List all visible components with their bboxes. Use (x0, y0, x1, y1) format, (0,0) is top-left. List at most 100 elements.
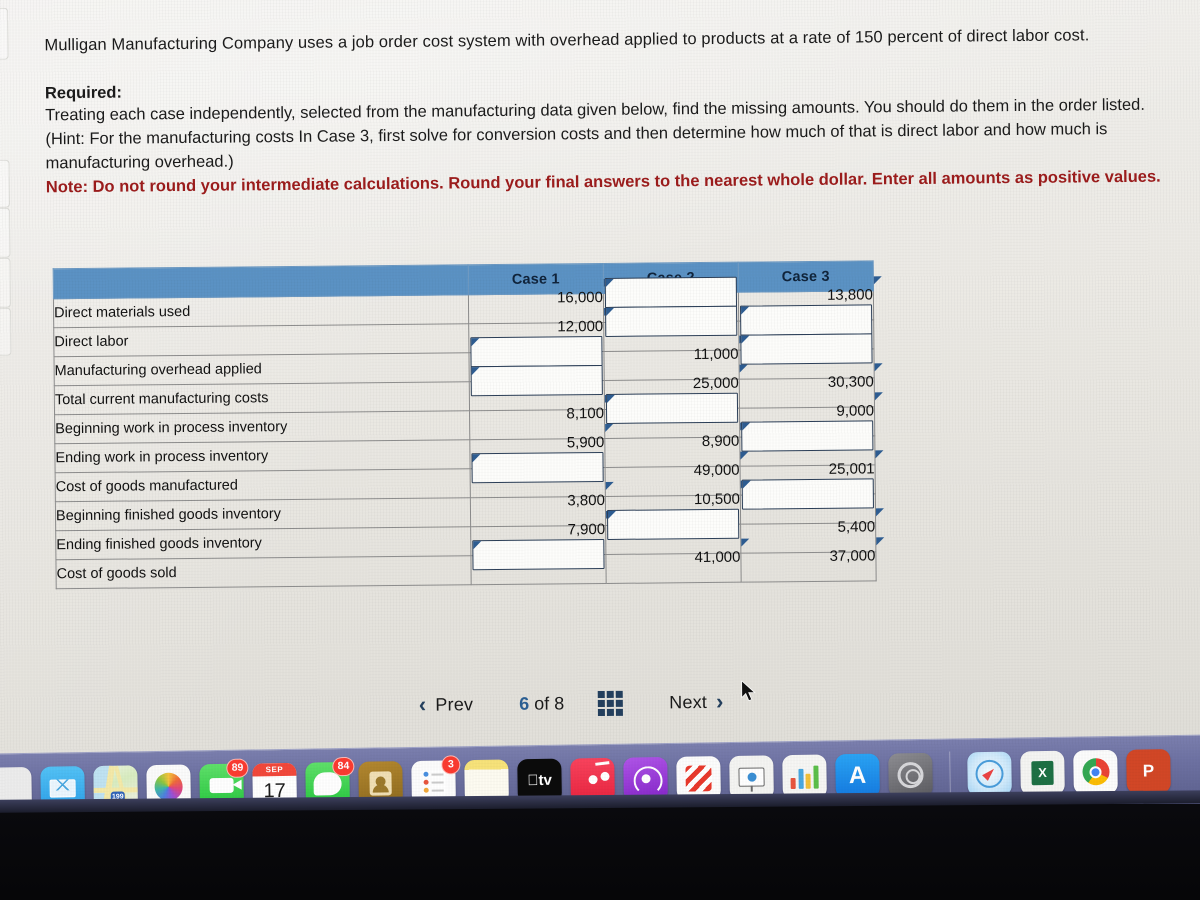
photos-flower-icon (154, 772, 183, 801)
answer-input[interactable] (741, 478, 874, 510)
cell-value: 16,000 (556, 288, 604, 306)
cell-value: 11,000 (693, 345, 739, 363)
answer-input[interactable] (740, 333, 873, 365)
cell-value: 49,000 (693, 461, 740, 479)
required-body: Treating each case independently, select… (45, 95, 1145, 173)
answer-input[interactable] (741, 420, 874, 452)
value-cell-3[interactable]: 37,000 (740, 537, 885, 583)
cell-flag-icon (739, 364, 748, 373)
cell-flag-icon (471, 338, 480, 347)
dock-badge: 3 (441, 754, 461, 775)
dock-tile (967, 751, 1012, 796)
dock-tile: P (1126, 748, 1171, 794)
row-label: Ending finished goods inventory (55, 526, 471, 560)
cell-value: 5,900 (566, 433, 605, 451)
cell-value: 8,100 (566, 404, 605, 422)
answer-input[interactable] (606, 508, 740, 540)
dock-item-system-settings[interactable] (888, 752, 933, 797)
grid-3x3-icon[interactable] (598, 690, 624, 716)
dock-badge: 89 (226, 758, 249, 778)
dock-tile (1073, 749, 1118, 795)
compass-icon (975, 759, 1004, 788)
value-cell-2[interactable]: 41,000 (605, 538, 750, 584)
cell-flag-icon (605, 481, 614, 490)
cell-value: 7,900 (567, 520, 606, 538)
cell-flag-icon (607, 510, 617, 519)
answer-input[interactable] (604, 276, 738, 308)
dock-tile (888, 752, 933, 797)
cell-flag-icon (605, 423, 614, 432)
row-label: Beginning work in process inventory (54, 410, 470, 444)
mouse-cursor (741, 680, 756, 702)
cell-value: 3,800 (567, 491, 605, 509)
left-edge-fragment (0, 159, 11, 209)
cell-flag-icon (472, 454, 481, 463)
answer-input[interactable] (472, 538, 605, 571)
gear-icon (897, 761, 924, 788)
prev-button[interactable]: ‹ Prev (419, 691, 474, 718)
dock-item-excel[interactable]: X (1020, 750, 1065, 805)
cell-value: 30,300 (827, 372, 874, 391)
next-button[interactable]: Next › (669, 689, 724, 716)
cell-flag-icon (606, 307, 615, 316)
powerpoint-icon: P (1142, 760, 1155, 780)
checklist-icon (420, 768, 447, 796)
answer-input[interactable] (470, 335, 603, 368)
news-icon (685, 764, 712, 792)
row-label: Total current manufacturing costs (54, 381, 470, 415)
next-label: Next (669, 691, 708, 712)
cell-flag-icon (874, 363, 883, 372)
cell-value: 9,000 (836, 401, 875, 420)
cell-value: 37,000 (829, 546, 876, 565)
chrome-icon (1081, 758, 1110, 786)
table-corner-header (53, 264, 469, 299)
cell-flag-icon (473, 541, 482, 550)
speech-bubble-icon (313, 772, 342, 796)
left-edge-fragment (0, 7, 9, 61)
cell-value: 13,800 (826, 285, 874, 304)
video-camera-icon (209, 777, 234, 794)
cell-flag-icon (741, 335, 750, 344)
dock-tile: A (835, 753, 880, 798)
bar-chart-icon (790, 764, 819, 789)
envelope-icon (49, 778, 76, 798)
cell-flag-icon (875, 508, 885, 517)
dock-item-app-store[interactable]: A (835, 753, 880, 798)
podcast-icon (640, 774, 651, 784)
dock-tile (782, 753, 827, 799)
cell-value: 25,001 (828, 459, 875, 478)
chevron-left-icon: ‹ (418, 691, 427, 717)
answer-input[interactable] (470, 364, 603, 397)
cell-flag-icon (471, 367, 480, 376)
row-label: Beginning finished goods inventory (55, 497, 471, 531)
dock-item-powerpoint[interactable]: P (1126, 748, 1171, 794)
table: Case 1 Case 2 Case 3 Direct materials us… (53, 260, 885, 589)
dock-badge: 84 (332, 756, 355, 776)
cell-value: 8,900 (701, 432, 740, 450)
row-label: Cost of goods manufactured (55, 468, 471, 502)
row-label: Direct materials used (53, 294, 469, 328)
answer-input[interactable] (605, 392, 739, 424)
answer-input[interactable] (471, 451, 604, 484)
answer-input[interactable] (740, 304, 873, 336)
missing-amounts-table: Case 1 Case 2 Case 3 Direct materials us… (53, 260, 885, 589)
dock-item-numbers[interactable] (782, 753, 827, 799)
answer-input-cell-1[interactable] (470, 538, 607, 585)
cell-flag-icon (605, 278, 614, 287)
row-label: Manufacturing overhead applied (53, 352, 470, 386)
dock-item-chrome[interactable] (1073, 749, 1118, 804)
answer-input[interactable] (605, 305, 738, 337)
screenshot-root: s Mulligan Manufacturing Company uses a … (0, 0, 1200, 900)
prev-label: Prev (435, 693, 474, 715)
cell-value: 12,000 (557, 317, 604, 335)
table-body: Direct materials used 16,000 13,800 Direct … (53, 276, 885, 589)
of-word: of (534, 693, 550, 714)
person-card-icon (369, 770, 392, 796)
required-block: Required: Treating each case independent… (45, 74, 1166, 200)
presentation-icon (738, 767, 765, 787)
dock-item-safari[interactable] (967, 751, 1012, 806)
cell-value: 5,400 (837, 517, 876, 536)
current-page: 6 (519, 693, 530, 714)
page-indicator: 6 of 8 (519, 693, 564, 714)
row-label: Ending work in process inventory (54, 439, 471, 473)
